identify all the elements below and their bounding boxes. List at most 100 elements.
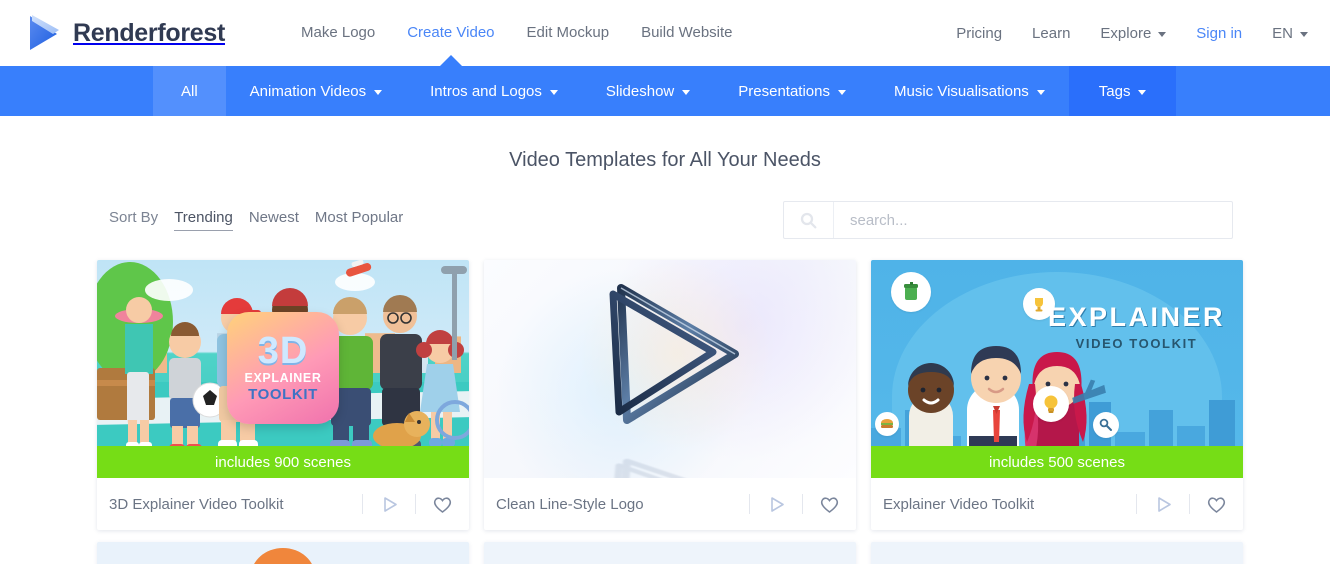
nav-make-logo[interactable]: Make Logo bbox=[301, 0, 375, 66]
plaque-line-1: 3D bbox=[257, 330, 309, 373]
plaque-line-3: TOOLKIT bbox=[248, 385, 318, 403]
category-animation-videos-label: Animation Videos bbox=[249, 82, 367, 100]
category-intros-and-logos-label: Intros and Logos bbox=[430, 82, 542, 100]
partial-thumbnail-art bbox=[251, 548, 315, 564]
logo-reflection-icon bbox=[609, 458, 739, 478]
headline-line-1: EXPLAINER bbox=[1047, 302, 1225, 332]
category-all[interactable]: All bbox=[153, 66, 226, 116]
nav-explore[interactable]: Explore bbox=[1100, 24, 1167, 42]
site-header: Renderforest Make Logo Create Video Edit… bbox=[0, 0, 1330, 66]
icon-bubble-wrench bbox=[1093, 412, 1119, 438]
template-card-partial[interactable] bbox=[484, 542, 856, 564]
active-nav-pointer-icon bbox=[439, 55, 462, 66]
category-tags[interactable]: Tags bbox=[1068, 66, 1177, 116]
preview-play-button[interactable] bbox=[1150, 491, 1176, 517]
template-thumbnail[interactable] bbox=[484, 260, 856, 478]
category-intros-and-logos[interactable]: Intros and Logos bbox=[406, 66, 582, 116]
sign-in-link[interactable]: Sign in bbox=[1196, 25, 1242, 42]
preview-play-button[interactable] bbox=[376, 491, 402, 517]
template-card-partial[interactable] bbox=[97, 542, 469, 564]
nav-create-video[interactable]: Create Video bbox=[407, 0, 495, 66]
sort-option-trending[interactable]: Trending bbox=[174, 209, 233, 231]
language-selector[interactable]: EN bbox=[1272, 25, 1308, 42]
divider bbox=[415, 494, 416, 514]
secondary-nav: Pricing Learn Explore Sign in EN bbox=[956, 25, 1308, 42]
card-title: Explainer Video Toolkit bbox=[883, 495, 1035, 513]
thumbnail-title-plaque: 3D EXPLAINER TOOLKIT bbox=[227, 312, 339, 424]
favorite-button[interactable] bbox=[816, 491, 842, 517]
chevron-down-icon bbox=[374, 89, 383, 95]
category-music-visualisations-label: Music Visualisations bbox=[894, 82, 1029, 100]
category-presentations-label: Presentations bbox=[738, 82, 830, 100]
favorite-button[interactable] bbox=[429, 491, 455, 517]
nav-pricing[interactable]: Pricing bbox=[956, 25, 1002, 42]
category-bar-items: All Animation Videos Intros and Logos Sl… bbox=[153, 66, 1177, 116]
category-music-visualisations[interactable]: Music Visualisations bbox=[870, 66, 1069, 116]
chevron-down-icon bbox=[1036, 89, 1045, 95]
thumbnail-headline: EXPLAINER VIDEO TOOLKIT bbox=[1047, 302, 1225, 352]
listing-toolbar: Sort By Trending Newest Most Popular bbox=[109, 201, 1233, 239]
heart-icon bbox=[433, 496, 451, 513]
template-card-partial[interactable] bbox=[871, 542, 1243, 564]
template-card[interactable]: 3D EXPLAINER TOOLKIT includes 900 scenes… bbox=[97, 260, 469, 530]
card-actions bbox=[349, 491, 455, 517]
category-presentations[interactable]: Presentations bbox=[714, 66, 870, 116]
thumbnail-art-wireframe-logo bbox=[484, 260, 856, 478]
preview-play-button[interactable] bbox=[763, 491, 789, 517]
trophy-icon bbox=[1035, 298, 1043, 312]
category-slideshow-label: Slideshow bbox=[605, 82, 675, 100]
category-animation-videos[interactable]: Animation Videos bbox=[226, 66, 406, 116]
play-icon bbox=[383, 496, 397, 512]
template-card[interactable]: EXPLAINER VIDEO TOOLKIT includes 500 sce… bbox=[871, 260, 1243, 530]
sort-by-label: Sort By bbox=[109, 209, 159, 226]
chevron-down-icon bbox=[838, 89, 846, 95]
heart-icon bbox=[1207, 496, 1225, 513]
category-slideshow[interactable]: Slideshow bbox=[582, 66, 714, 116]
page-title: Video Templates for All Your Needs bbox=[509, 149, 821, 171]
nav-learn[interactable]: Learn bbox=[1032, 25, 1070, 42]
template-grid-next-row bbox=[97, 542, 1243, 564]
wireframe-play-logo-icon bbox=[609, 284, 739, 425]
search-box[interactable] bbox=[783, 201, 1233, 239]
nav-edit-mockup[interactable]: Edit Mockup bbox=[527, 0, 610, 66]
search-icon-button[interactable] bbox=[784, 202, 834, 238]
chevron-down-icon bbox=[682, 89, 691, 95]
divider bbox=[749, 494, 750, 514]
scenes-banner: includes 900 scenes bbox=[97, 446, 469, 478]
nav-create-video-label: Create Video bbox=[407, 24, 495, 41]
category-tags-label: Tags bbox=[1098, 82, 1131, 100]
lightbulb-icon bbox=[1044, 395, 1058, 413]
play-triangle-logo-icon bbox=[30, 15, 59, 50]
template-thumbnail[interactable]: 3D EXPLAINER TOOLKIT includes 900 scenes bbox=[97, 260, 469, 478]
icon-bubble-lightbulb bbox=[1033, 386, 1069, 422]
trash-bin-icon bbox=[904, 282, 918, 300]
template-thumbnail[interactable]: EXPLAINER VIDEO TOOLKIT includes 500 sce… bbox=[871, 260, 1243, 478]
sort-controls: Sort By Trending Newest Most Popular bbox=[109, 209, 403, 231]
brand-logo-link[interactable]: Renderforest bbox=[26, 13, 225, 53]
icon-bubble-trash bbox=[891, 272, 931, 312]
chevron-down-icon bbox=[1300, 31, 1308, 37]
divider bbox=[1136, 494, 1137, 514]
sort-option-newest[interactable]: Newest bbox=[249, 209, 299, 230]
card-title: 3D Explainer Video Toolkit bbox=[109, 495, 284, 513]
heart-icon bbox=[820, 496, 838, 513]
card-footer: Explainer Video Toolkit bbox=[871, 478, 1243, 530]
divider bbox=[362, 494, 363, 514]
headline-line-2: VIDEO TOOLKIT bbox=[1075, 336, 1198, 351]
play-icon bbox=[770, 496, 784, 512]
play-icon bbox=[1157, 496, 1171, 512]
category-bar: All Animation Videos Intros and Logos Sl… bbox=[0, 66, 1330, 116]
nav-explore-label: Explore bbox=[1100, 24, 1152, 42]
card-footer: Clean Line-Style Logo bbox=[484, 478, 856, 530]
plaque-line-2: EXPLAINER bbox=[244, 370, 322, 385]
category-all-label: All bbox=[181, 82, 198, 100]
favorite-button[interactable] bbox=[1203, 491, 1229, 517]
chevron-down-icon bbox=[1158, 31, 1167, 37]
burger-icon bbox=[881, 419, 893, 428]
nav-build-website[interactable]: Build Website bbox=[641, 0, 732, 66]
card-actions bbox=[1123, 491, 1229, 517]
template-card[interactable]: Clean Line-Style Logo bbox=[484, 260, 856, 530]
divider bbox=[802, 494, 803, 514]
search-input[interactable] bbox=[834, 202, 1232, 238]
sort-option-most-popular[interactable]: Most Popular bbox=[315, 209, 403, 230]
